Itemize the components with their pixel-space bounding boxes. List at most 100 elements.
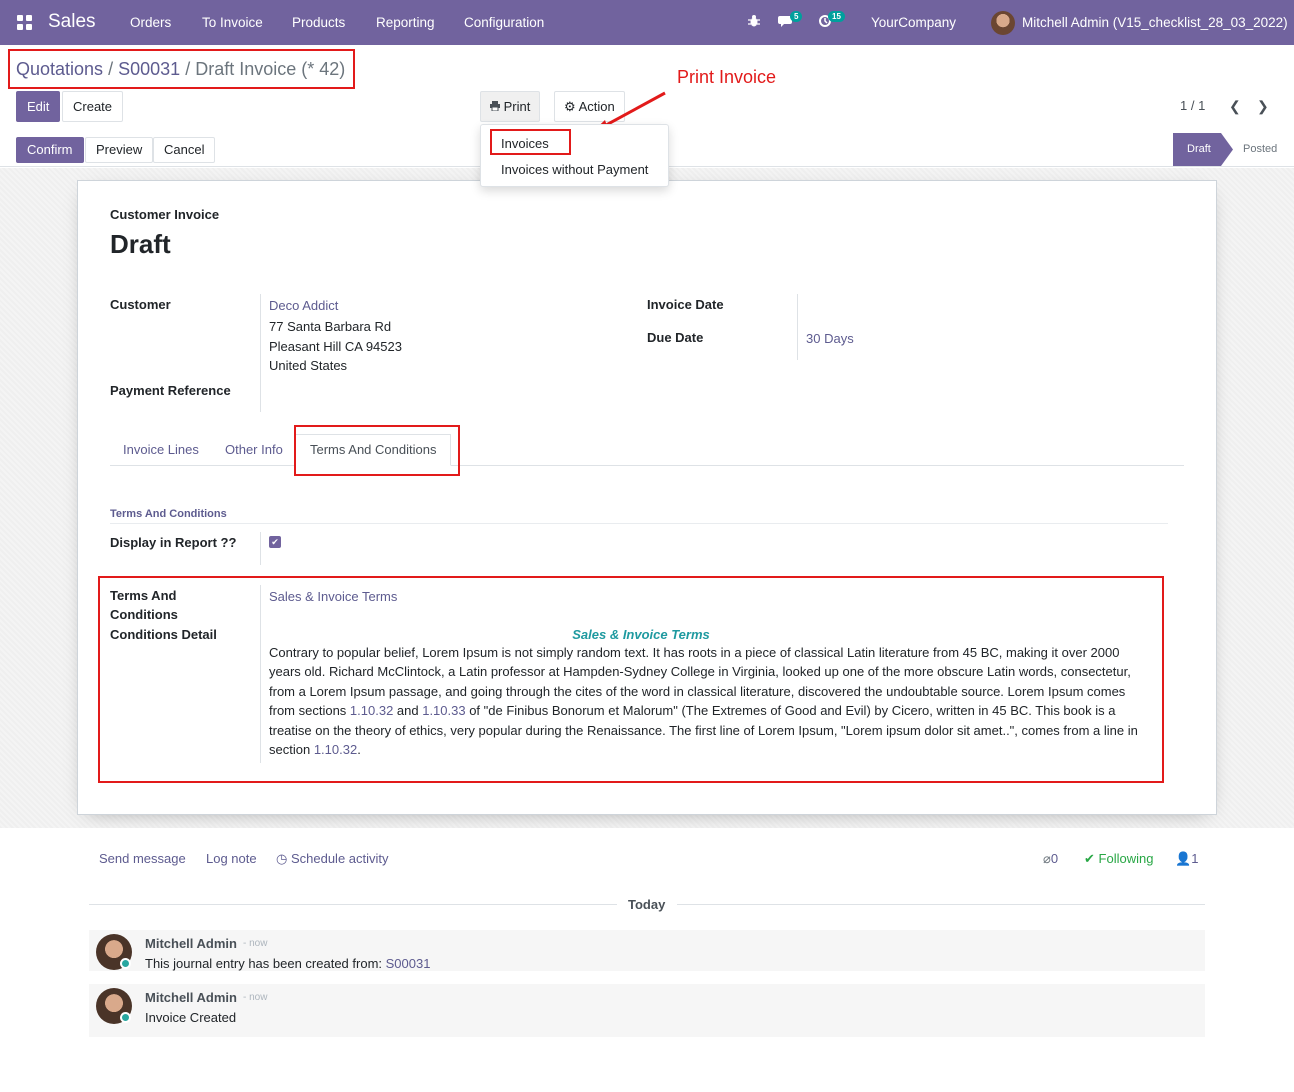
edit-button[interactable]: Edit [16, 91, 61, 122]
field-divider [260, 294, 261, 412]
breadcrumb-quotations[interactable]: Quotations [16, 59, 103, 79]
menu-reporting[interactable]: Reporting [376, 15, 435, 30]
message-link[interactable]: S00031 [386, 956, 431, 971]
message-body: Invoice Created [145, 1010, 237, 1025]
gear-icon: ⚙ [564, 99, 576, 114]
message-item: Mitchell Admin - now This journal entry … [89, 930, 1205, 971]
followers-button[interactable]: 👤1 [1175, 851, 1198, 867]
schedule-activity-button[interactable]: ◷ Schedule activity [276, 851, 389, 867]
cancel-button[interactable]: Cancel [153, 137, 216, 163]
field-divider [260, 532, 261, 565]
message-date: - now [243, 992, 268, 1003]
terms-detail-heading: Sales & Invoice Terms [572, 627, 710, 642]
terms-label: Terms And [110, 588, 177, 603]
tab-other-info[interactable]: Other Info [225, 442, 283, 457]
customer-address-line2: Pleasant Hill CA 94523 [269, 339, 402, 354]
due-date-value[interactable]: 30 Days [806, 331, 854, 346]
app-name[interactable]: Sales [48, 11, 96, 33]
check-icon: ✔ [1084, 851, 1095, 866]
log-note-button[interactable]: Log note [206, 851, 257, 866]
confirm-button[interactable]: Confirm [16, 137, 84, 163]
messages-badge: 5 [790, 11, 803, 22]
customer-address-line1: 77 Santa Barbara Rd [269, 319, 392, 334]
terms-ref-link[interactable]: 1.10.32 [314, 742, 357, 757]
create-button[interactable]: Create [62, 91, 124, 122]
field-divider [260, 585, 261, 763]
followers-count: 1 [1191, 851, 1199, 866]
breadcrumb-separator: / [185, 59, 191, 79]
terms-ref-link[interactable]: 1.10.32 [350, 703, 393, 718]
section-title: Terms And Conditions [110, 508, 227, 520]
user-avatar[interactable] [991, 11, 1015, 35]
attachments-count: 0 [1050, 851, 1059, 866]
following-button[interactable]: ✔ Following [1084, 851, 1153, 867]
highlight-box [294, 425, 460, 476]
tab-invoice-lines[interactable]: Invoice Lines [123, 442, 199, 457]
invoice-type: Customer Invoice [110, 207, 220, 222]
message-item: Mitchell Admin - now Invoice Created [89, 984, 1205, 1037]
activities-badge: 15 [828, 11, 845, 22]
message-author[interactable]: Mitchell Admin [145, 990, 237, 1005]
message-author[interactable]: Mitchell Admin [145, 936, 237, 951]
bug-icon[interactable] [747, 14, 761, 31]
paperclip-icon: ⌀ [1043, 851, 1051, 866]
breadcrumb: Quotations / S00031 / Draft Invoice (* 4… [8, 49, 356, 89]
preview-button[interactable]: Preview [85, 137, 154, 163]
breadcrumb-separator: / [108, 59, 114, 79]
company-switcher[interactable]: YourCompany [871, 15, 956, 30]
conditions-detail-label: Conditions Detail [110, 627, 217, 642]
terms-ref-link[interactable]: 1.10.33 [422, 703, 465, 718]
customer-link[interactable]: Deco Addict [269, 298, 338, 313]
display-in-report-label: Display in Report ?? [110, 535, 237, 550]
attachments-button[interactable]: ⌀0 [1043, 851, 1058, 867]
menu-to-invoice[interactable]: To Invoice [202, 15, 263, 30]
payment-reference-label: Payment Reference [110, 383, 231, 398]
terms-detail-text[interactable]: Contrary to popular belief, Lorem Ipsum … [269, 643, 1149, 759]
terms-text-part: . [357, 742, 361, 758]
print-invoices-without-payment-item[interactable]: Invoices without Payment [501, 162, 648, 177]
print-label: Print [503, 99, 531, 114]
field-divider [797, 294, 798, 360]
section-divider [110, 523, 1168, 524]
schedule-activity-label: Schedule activity [290, 851, 389, 866]
user-menu[interactable]: Mitchell Admin (V15_checklist_28_03_2022… [1022, 15, 1288, 30]
invoice-date-label: Invoice Date [647, 297, 724, 312]
terms-text-part: and [393, 703, 423, 719]
pager-next-icon[interactable]: ❯ [1257, 98, 1269, 115]
pager-previous-icon[interactable]: ❮ [1229, 98, 1241, 115]
status-posted[interactable]: Posted [1243, 133, 1277, 166]
customer-label: Customer [110, 297, 171, 312]
app-switcher-icon[interactable] [17, 15, 32, 30]
pager-value[interactable]: 1 / 1 [1180, 98, 1205, 113]
clock-icon: ◷ [276, 851, 288, 866]
annotation-text: Print Invoice [677, 67, 777, 87]
menu-products[interactable]: Products [292, 15, 345, 30]
menu-configuration[interactable]: Configuration [464, 15, 544, 30]
online-status-icon [120, 1012, 131, 1023]
user-icon: 👤 [1175, 851, 1192, 866]
message-date: - now [243, 938, 268, 949]
print-icon [490, 99, 504, 114]
terms-label-line2: Conditions [110, 607, 178, 622]
tabs-underline [110, 465, 1184, 466]
online-status-icon [120, 958, 131, 969]
following-label: Following [1098, 851, 1154, 866]
send-message-button[interactable]: Send message [99, 851, 186, 866]
message-text: This journal entry has been created from… [145, 956, 386, 971]
menu-orders[interactable]: Orders [130, 15, 171, 30]
customer-address-line3: United States [269, 358, 348, 373]
message-body: This journal entry has been created from… [145, 956, 430, 971]
breadcrumb-current: Draft Invoice (* 42) [195, 59, 346, 79]
print-button[interactable]: Print [480, 91, 541, 122]
terms-select[interactable]: Sales & Invoice Terms [269, 589, 397, 604]
status-draft[interactable]: Draft [1173, 133, 1233, 166]
highlight-box [490, 129, 571, 155]
due-date-label: Due Date [647, 330, 704, 345]
top-navbar: Sales Orders To Invoice Products Reporti… [0, 0, 1294, 45]
today-label: Today [628, 897, 666, 912]
breadcrumb-sale-order[interactable]: S00031 [118, 59, 180, 79]
display-in-report-checkbox[interactable]: ✔ [269, 536, 281, 548]
today-divider-right [677, 904, 1205, 905]
invoice-title: Draft [110, 229, 171, 259]
today-divider-left [89, 904, 617, 905]
